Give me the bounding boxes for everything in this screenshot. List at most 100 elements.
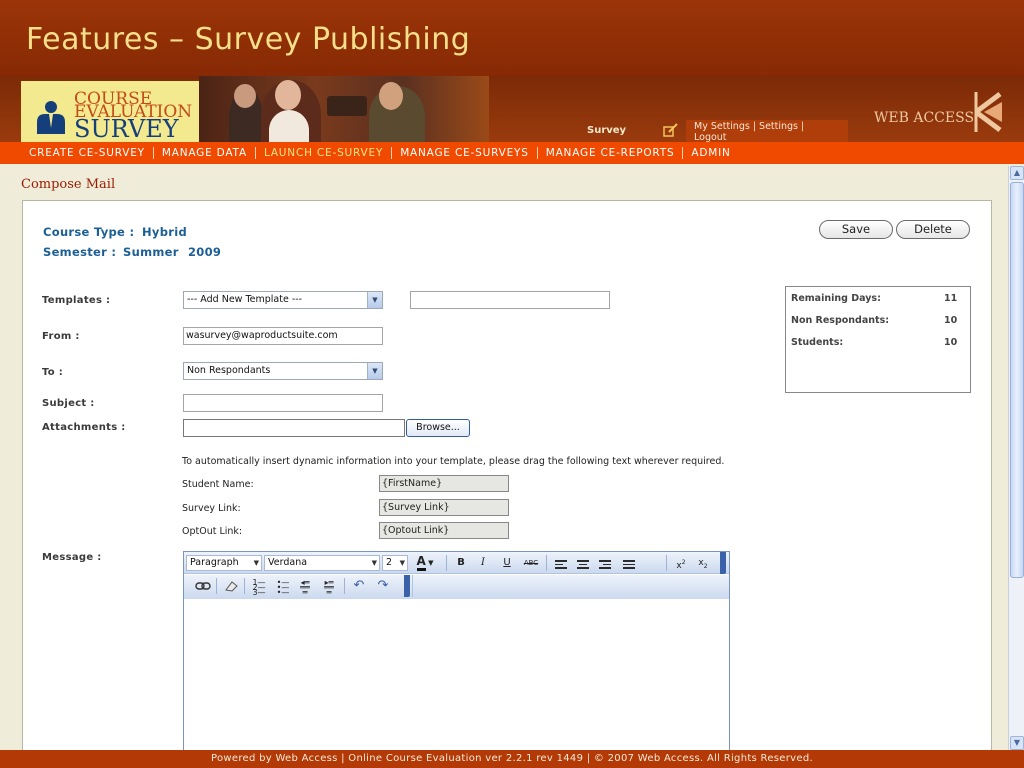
toolbar-separator <box>344 578 345 594</box>
superscript-icon[interactable]: x2 <box>672 555 690 571</box>
optout-link-token[interactable]: {Optout Link} <box>379 522 509 539</box>
toolbar-separator <box>446 555 447 571</box>
to-select[interactable]: Non Respondants ▼ <box>183 362 383 380</box>
nav-manage-ce-reports[interactable]: MANAGE CE-REPORTS <box>538 147 684 159</box>
chevron-down-icon: ▼ <box>253 559 259 567</box>
survey-stats-box: Remaining Days: 11 Non Respondants: 10 S… <box>785 286 971 393</box>
text-color-icon[interactable]: A ▼ <box>412 554 438 571</box>
user-links: My Settings | Settings | Logout <box>686 120 848 143</box>
chevron-down-icon[interactable]: ▼ <box>367 292 382 308</box>
bullet-list-icon[interactable]: •— •— •— <box>274 578 292 597</box>
toolbar-grip-icon[interactable] <box>720 552 726 574</box>
format-select[interactable]: Paragraph ▼ <box>186 555 262 571</box>
settings-links[interactable]: My Settings | Settings | <box>694 121 804 132</box>
align-right-icon[interactable] <box>596 555 614 571</box>
align-left-icon[interactable] <box>552 555 570 571</box>
toolbar-separator <box>244 578 245 594</box>
eraser-icon[interactable] <box>222 578 240 594</box>
footer: Powered by Web Access | Online Course Ev… <box>0 750 1024 768</box>
logo-line-3: SURVEY <box>74 115 179 143</box>
font-select-value: Verdana <box>268 557 308 568</box>
italic-icon[interactable]: I <box>474 555 492 571</box>
web-access-brand-text: WEB ACCESS <box>874 110 975 126</box>
scroll-down-icon[interactable]: ▼ <box>1010 736 1024 750</box>
edit-icon[interactable] <box>663 123 679 137</box>
undo-icon[interactable]: ↶ <box>350 578 368 594</box>
size-select-value: 2 <box>386 557 393 568</box>
templates-selected-value: --- Add New Template --- <box>187 294 303 305</box>
message-label: Message : <box>42 552 102 563</box>
person-icon <box>37 101 65 134</box>
course-type-label: Course Type : <box>43 225 135 239</box>
page-heading: Features – Survey Publishing <box>26 22 471 57</box>
editor-toolbar-row-1: Paragraph ▼ Verdana ▼ 2 ▼ A ▼ B I U ABC x2 <box>184 552 729 574</box>
semester-label: Semester : <box>43 245 117 259</box>
banner: COURSE EVALUATION SURVEY Survey My Setti… <box>0 76 1024 143</box>
web-access-mark-icon <box>974 92 1002 132</box>
templates-select[interactable]: --- Add New Template --- ▼ <box>183 291 383 309</box>
subscript-icon[interactable]: x2 <box>694 555 712 571</box>
banner-photo <box>199 76 489 142</box>
scroll-up-icon[interactable]: ▲ <box>1010 166 1024 180</box>
format-select-value: Paragraph <box>190 557 239 568</box>
bold-icon[interactable]: B <box>452 555 470 571</box>
editor-body[interactable] <box>188 604 726 744</box>
attachment-path-input[interactable] <box>183 419 405 437</box>
nav-manage-data[interactable]: MANAGE DATA <box>154 147 256 159</box>
from-field[interactable]: wasurvey@waproductsuite.com <box>183 327 383 345</box>
dynamic-info-hint: To automatically insert dynamic informat… <box>182 456 725 467</box>
font-select[interactable]: Verdana ▼ <box>264 555 380 571</box>
student-name-label: Student Name: <box>182 479 254 490</box>
web-access-logo: WEB ACCESS <box>874 90 1004 134</box>
survey-link-token[interactable]: {Survey Link} <box>379 499 509 516</box>
page-scrollbar[interactable]: ▲ ▼ <box>1008 166 1024 750</box>
editor-toolbar-row-2: 1— 2— 3— •— •— •— ◂═ ══ ═ ▸═ ══ ═ ↶ ↷ <box>184 575 729 599</box>
nav-manage-ce-surveys[interactable]: MANAGE CE-SURVEYS <box>392 147 538 159</box>
size-select[interactable]: 2 ▼ <box>382 555 408 571</box>
align-center-icon[interactable] <box>574 555 592 571</box>
chevron-down-icon[interactable]: ▼ <box>367 363 382 379</box>
template-name-input[interactable] <box>410 291 610 309</box>
course-evaluation-survey-logo: COURSE EVALUATION SURVEY <box>21 81 199 142</box>
rich-text-editor: Paragraph ▼ Verdana ▼ 2 ▼ A ▼ B I U ABC x2 <box>183 551 730 751</box>
templates-label: Templates : <box>42 295 111 306</box>
to-label: To : <box>42 367 64 378</box>
non-respondants-label: Non Respondants: <box>791 315 890 326</box>
scroll-thumb[interactable] <box>1010 182 1024 578</box>
browse-button[interactable]: Browse... <box>406 419 470 437</box>
remaining-days-label: Remaining Days: <box>791 293 881 304</box>
outdent-icon[interactable]: ◂═ ══ ═ <box>296 578 314 597</box>
link-icon[interactable] <box>194 578 212 594</box>
nav-launch-ce-survey[interactable]: LAUNCH CE-SURVEY <box>256 147 393 159</box>
main-nav: CREATE CE-SURVEY MANAGE DATA LAUNCH CE-S… <box>0 142 1024 164</box>
nav-admin[interactable]: ADMIN <box>683 147 738 159</box>
indent-icon[interactable]: ▸═ ══ ═ <box>320 578 338 597</box>
chevron-down-icon: ▼ <box>399 559 405 567</box>
strikethrough-icon[interactable]: ABC <box>520 555 542 571</box>
nav-create-ce-survey[interactable]: CREATE CE-SURVEY <box>21 147 154 159</box>
survey-label: Survey <box>587 125 627 136</box>
toolbar-separator <box>666 555 667 571</box>
title-bar: Features – Survey Publishing <box>0 0 1024 76</box>
semester-value: Summer <box>123 245 179 259</box>
subject-field[interactable] <box>183 394 383 412</box>
from-label: From : <box>42 331 80 342</box>
toolbar-separator <box>546 555 547 571</box>
section-title: Compose Mail <box>21 177 116 192</box>
underline-icon[interactable]: U <box>498 555 516 571</box>
numbered-list-icon[interactable]: 1— 2— 3— <box>250 578 268 597</box>
chevron-down-icon: ▼ <box>371 559 377 567</box>
save-button[interactable]: Save <box>819 220 893 239</box>
survey-link-label: Survey Link: <box>182 503 241 514</box>
redo-icon[interactable]: ↷ <box>374 578 392 594</box>
toolbar-grip-icon[interactable] <box>404 575 410 597</box>
first-name-token[interactable]: {FirstName} <box>379 475 509 492</box>
optout-link-label: OptOut Link: <box>182 526 243 537</box>
attachments-label: Attachments : <box>42 422 126 433</box>
align-justify-icon[interactable] <box>620 555 638 571</box>
to-selected-value: Non Respondants <box>187 365 271 376</box>
toolbar-separator <box>216 578 217 594</box>
students-value: 10 <box>944 337 958 348</box>
subject-label: Subject : <box>42 398 95 409</box>
delete-button[interactable]: Delete <box>896 220 970 239</box>
